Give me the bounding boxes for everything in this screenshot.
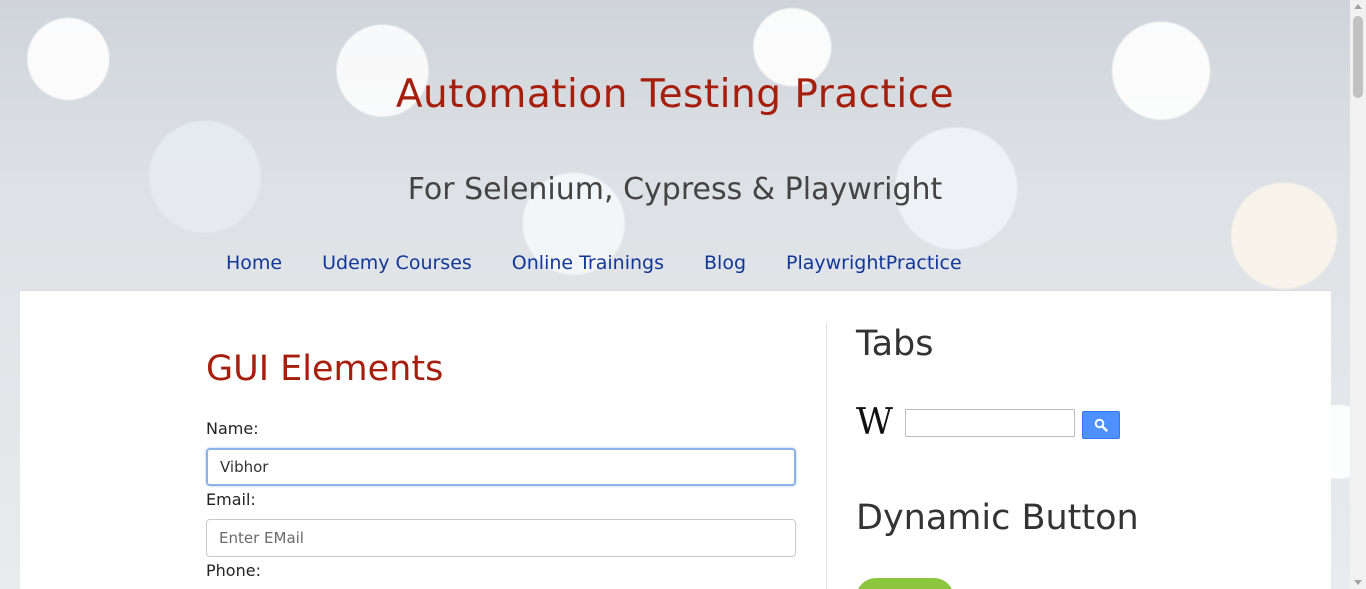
dynamic-button-widget-title: Dynamic Button [856,498,1139,538]
column-divider [826,322,827,589]
content-area: GUI Elements Name: Email: Phone: Tabs W … [20,290,1331,589]
nav-blog[interactable]: Blog [704,252,746,274]
nav-udemy-courses[interactable]: Udemy Courses [322,252,472,274]
main-nav: Home Udemy Courses Online Trainings Blog… [226,252,962,274]
scroll-down-icon[interactable] [1354,580,1362,585]
wikipedia-search-input[interactable] [905,409,1075,437]
name-input[interactable] [206,448,796,486]
site-description: For Selenium, Cypress & Playwright [407,172,943,207]
nav-online-trainings[interactable]: Online Trainings [512,252,664,274]
nav-home[interactable]: Home [226,252,282,274]
nav-playwright-practice[interactable]: PlaywrightPractice [786,252,962,274]
name-label: Name: [206,419,259,438]
phone-label: Phone: [206,561,261,580]
email-label: Email: [206,490,256,509]
tabs-widget-title: Tabs [856,324,934,364]
site-title[interactable]: Automation Testing Practice [0,72,1350,117]
site-header: Automation Testing Practice For Selenium… [0,0,1350,291]
page-scrollbar[interactable] [1350,0,1366,589]
wikipedia-search-button[interactable] [1082,411,1120,439]
wikipedia-logo-icon: W [856,402,894,443]
email-input[interactable] [206,519,796,557]
post-title: GUI Elements [206,349,444,389]
dynamic-button[interactable] [856,578,954,589]
scrollbar-thumb[interactable] [1353,16,1363,98]
scroll-up-icon[interactable] [1354,4,1362,9]
search-icon [1094,418,1108,432]
